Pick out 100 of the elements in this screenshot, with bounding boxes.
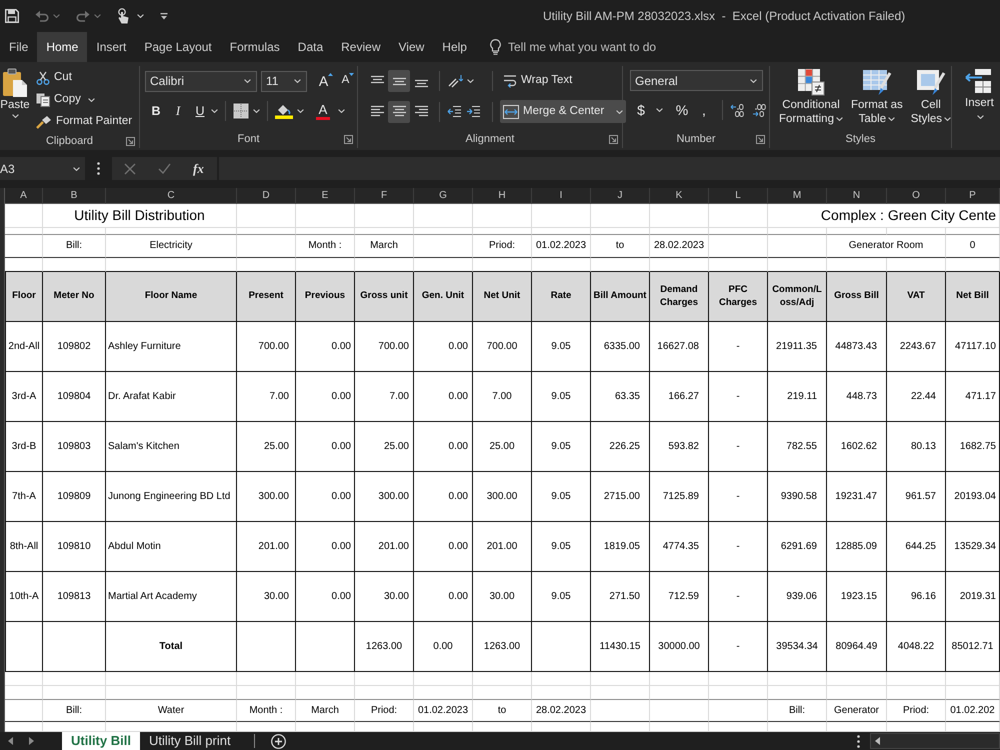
table-cell: 7th-A xyxy=(5,472,43,522)
group-label: Alignment xyxy=(466,132,514,148)
comma-style-button[interactable]: , xyxy=(693,99,715,121)
menu-tab[interactable]: Help xyxy=(433,32,476,62)
text-angle-icon[interactable] xyxy=(447,74,463,88)
menu-tab[interactable]: Home xyxy=(37,32,88,62)
format-painter-button[interactable]: Format Painter xyxy=(33,111,136,133)
center-button[interactable] xyxy=(388,100,410,122)
tell-me-search-field[interactable]: Tell me what you want to do xyxy=(508,38,708,56)
column-header[interactable]: K xyxy=(650,188,709,204)
table-cell: 0.00 xyxy=(414,422,473,472)
number-format-combo[interactable]: General xyxy=(630,70,763,91)
sheet-tab[interactable]: Utility Bill print xyxy=(140,732,240,750)
decrease-indent-icon[interactable] xyxy=(447,105,462,118)
middle-align-button[interactable] xyxy=(388,70,410,92)
underline-button[interactable]: U xyxy=(189,100,211,122)
menu-tab[interactable]: Data xyxy=(288,32,332,62)
shrink-font-button[interactable]: A xyxy=(337,70,359,92)
horizontal-scrollbar[interactable] xyxy=(870,733,1000,749)
currency-button[interactable]: $ xyxy=(630,99,652,121)
column-header[interactable]: O xyxy=(887,188,946,204)
menu-tab[interactable]: View xyxy=(390,32,434,62)
column-header[interactable]: P xyxy=(946,188,1000,204)
table-cell: 109804 xyxy=(43,372,106,422)
sheet-tab[interactable]: Utility Bill xyxy=(62,732,140,750)
copy-button[interactable]: Copy xyxy=(33,89,84,111)
column-header[interactable]: E xyxy=(296,188,355,204)
menu-tab[interactable]: Page Layout xyxy=(135,32,221,62)
grow-font-button[interactable]: A xyxy=(315,70,337,92)
table-cell: 0.00 xyxy=(296,422,355,472)
menu-tab[interactable]: File xyxy=(0,32,38,62)
column-header[interactable]: G xyxy=(414,188,473,204)
column-header[interactable]: B xyxy=(43,188,106,204)
column-header[interactable]: M xyxy=(768,188,827,204)
fill-bucket-icon[interactable] xyxy=(275,103,293,119)
caret-icon[interactable] xyxy=(253,109,260,113)
column-header[interactable]: J xyxy=(591,188,650,204)
font-color-button[interactable]: A xyxy=(312,100,334,122)
table-cell: 300.00 xyxy=(237,472,296,522)
italic-button[interactable]: I xyxy=(167,100,189,122)
bold-button[interactable]: B xyxy=(145,100,167,122)
format-as-table-button[interactable]: Format as Table xyxy=(848,66,906,130)
window-title: Utility Bill AM-PM 28032023.xlsx - Excel (Product Activation Failed) xyxy=(543,8,906,25)
table-cell: 1263.00 xyxy=(355,622,414,672)
menu-tab[interactable]: Insert xyxy=(87,32,136,62)
menu-tab[interactable]: Formulas xyxy=(220,32,289,62)
font-name-combo[interactable]: Calibri xyxy=(145,70,257,92)
increase-decimal-icon[interactable] xyxy=(730,103,744,117)
insert-button[interactable]: Insert xyxy=(962,66,997,130)
scroll-left-icon[interactable] xyxy=(875,737,880,745)
dialog-launcher-icon[interactable] xyxy=(609,135,618,144)
lightbulb-icon[interactable] xyxy=(490,39,501,55)
dialog-launcher-icon[interactable] xyxy=(344,135,353,144)
table-cell: 7.00 xyxy=(473,372,532,422)
cut-button[interactable]: Cut xyxy=(33,67,136,89)
borders-icon[interactable] xyxy=(233,103,249,119)
column-header[interactable]: C xyxy=(106,188,237,204)
column-header[interactable]: A xyxy=(5,188,43,204)
conditional-formatting-button[interactable]: Conditional Formatting xyxy=(776,66,846,130)
cell-styles-button[interactable]: Cell Styles xyxy=(908,66,954,130)
column-header[interactable]: N xyxy=(827,188,887,204)
redo-icon[interactable] xyxy=(76,10,90,22)
dialog-launcher-icon[interactable] xyxy=(126,136,135,146)
table-cell: 109803 xyxy=(43,422,106,472)
name-box[interactable]: A3 xyxy=(0,157,85,180)
save-icon[interactable] xyxy=(5,9,19,23)
dialog-launcher-icon[interactable] xyxy=(756,135,765,144)
caret-icon[interactable] xyxy=(467,79,474,83)
caret-icon[interactable] xyxy=(656,108,663,112)
column-header[interactable]: D xyxy=(237,188,296,204)
previous-sheet-icon[interactable] xyxy=(8,737,13,745)
caret-icon[interactable] xyxy=(88,98,95,102)
caret-icon[interactable] xyxy=(211,109,218,113)
add-sheet-icon[interactable] xyxy=(270,734,286,748)
wrap-text-button[interactable]: Wrap Text xyxy=(500,73,576,89)
undo-icon[interactable] xyxy=(35,10,49,22)
paste-button[interactable]: Paste xyxy=(0,66,30,133)
table-cell: 271.50 xyxy=(591,572,650,622)
column-header[interactable]: F xyxy=(355,188,414,204)
customize-icon[interactable] xyxy=(160,12,168,20)
touch-hand-icon[interactable] xyxy=(117,8,129,24)
decrease-decimal-icon[interactable] xyxy=(752,103,766,117)
table-header-cell: Floor Name xyxy=(106,272,237,322)
caret-icon[interactable] xyxy=(338,109,345,113)
next-sheet-icon[interactable] xyxy=(29,737,34,745)
percent-button[interactable]: % xyxy=(671,99,693,121)
more-options-icon[interactable] xyxy=(97,162,100,175)
column-header[interactable]: H xyxy=(473,188,532,204)
enter-check-icon[interactable] xyxy=(158,163,171,174)
font-size-combo[interactable]: 11 xyxy=(261,70,307,92)
caret-icon[interactable] xyxy=(137,14,144,18)
more-options-icon[interactable] xyxy=(857,734,860,748)
increase-indent-icon[interactable] xyxy=(466,105,481,118)
column-header[interactable]: L xyxy=(709,188,768,204)
insert-function-button[interactable]: fx xyxy=(193,162,204,175)
column-header[interactable]: I xyxy=(532,188,591,204)
menu-tab[interactable]: Review xyxy=(332,32,390,62)
cancel-icon[interactable] xyxy=(124,162,136,174)
caret-icon[interactable] xyxy=(297,109,304,113)
merge-center-button[interactable]: Merge & Center xyxy=(500,100,626,123)
